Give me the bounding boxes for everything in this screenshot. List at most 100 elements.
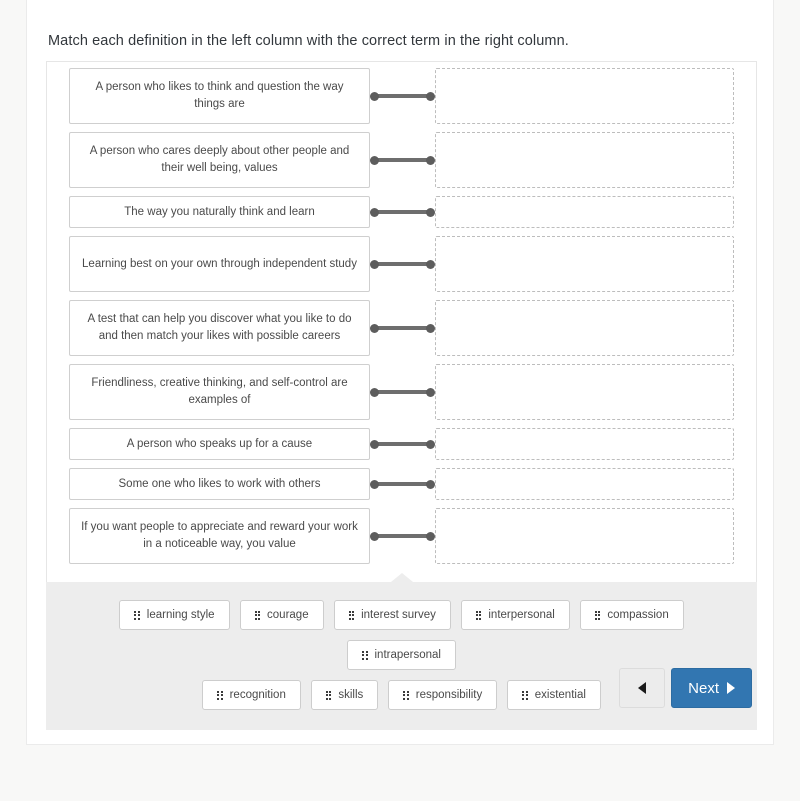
term-bank-row-1: learning style courage interest survey inte… — [60, 600, 743, 670]
drop-cell — [435, 68, 734, 124]
term-chip-label: intrapersonal — [374, 649, 441, 661]
drag-handle-icon[interactable] — [362, 650, 368, 660]
triangle-right-icon — [727, 682, 735, 694]
definition-box: Some one who likes to work with others — [69, 468, 370, 500]
connector-knob-left — [370, 439, 379, 449]
drop-cell — [435, 508, 734, 564]
connector-line — [370, 468, 435, 500]
connector-bar — [373, 158, 432, 162]
drop-cell — [435, 300, 734, 356]
connector-bar — [373, 534, 432, 538]
term-chip[interactable]: intrapersonal — [347, 640, 456, 670]
match-row: A person who cares deeply about other pe… — [47, 132, 756, 188]
definition-box: A person who speaks up for a cause — [69, 428, 370, 460]
connector-bar — [373, 94, 432, 98]
connector-line — [370, 196, 435, 228]
definition-cell: The way you naturally think and learn — [69, 196, 370, 228]
connector-bar — [373, 390, 432, 394]
question-card: Match each definition in the left column… — [26, 0, 774, 745]
previous-button[interactable] — [619, 668, 666, 708]
term-chip[interactable]: interest survey — [333, 600, 451, 630]
match-row: The way you naturally think and learn — [47, 196, 756, 228]
next-button[interactable]: Next — [671, 668, 752, 708]
connector-knob-right — [426, 531, 435, 541]
drag-handle-icon[interactable] — [348, 610, 355, 620]
drop-zone[interactable] — [435, 364, 734, 420]
term-chip[interactable]: responsibility — [388, 680, 498, 710]
drag-handle-icon[interactable] — [254, 610, 261, 620]
drag-handle-icon[interactable] — [403, 690, 409, 700]
connector-line — [370, 428, 435, 460]
connector-line — [370, 68, 435, 124]
drop-cell — [435, 364, 734, 420]
connector-knob-right — [426, 259, 435, 269]
drop-zone[interactable] — [435, 68, 734, 124]
drop-zone[interactable] — [435, 132, 734, 188]
term-chip-label: responsibility — [415, 689, 483, 701]
drag-handle-icon[interactable] — [594, 610, 601, 620]
next-button-label: Next — [688, 679, 719, 697]
drop-cell — [435, 468, 734, 500]
definition-box: Learning best on your own through indepe… — [69, 236, 370, 292]
triangle-left-icon — [638, 682, 647, 694]
drop-zone[interactable] — [435, 196, 734, 228]
drop-zone[interactable] — [435, 428, 734, 460]
drag-handle-icon[interactable] — [522, 690, 528, 700]
connector-line — [370, 508, 435, 564]
connector-bar — [373, 262, 432, 266]
term-chip[interactable]: learning style — [119, 600, 230, 630]
connector-bar — [373, 326, 432, 330]
drop-zone[interactable] — [435, 468, 734, 500]
drag-handle-icon[interactable] — [325, 690, 332, 700]
connector-line — [370, 364, 435, 420]
connector-bar — [373, 210, 432, 214]
connector-knob-left — [370, 479, 379, 489]
term-chip[interactable]: recognition — [202, 680, 301, 710]
matching-area: A person who likes to think and question… — [46, 61, 757, 582]
definition-cell: A person who likes to think and question… — [69, 68, 370, 124]
term-chip-label: courage — [267, 609, 309, 621]
match-row: A test that can help you discover what y… — [47, 300, 756, 356]
term-chip[interactable]: skills — [310, 680, 379, 710]
navigation-controls: Next — [619, 668, 752, 708]
match-row: Learning best on your own through indepe… — [47, 236, 756, 292]
connector-knob-left — [370, 91, 379, 101]
connector-knob-right — [426, 91, 435, 101]
term-chip[interactable]: compassion — [579, 600, 684, 630]
page-title: Match each definition in the left column… — [48, 33, 569, 49]
definition-cell: If you want people to appreciate and rew… — [69, 508, 370, 564]
drag-handle-icon[interactable] — [134, 610, 140, 620]
drop-zone[interactable] — [435, 236, 734, 292]
connector-knob-right — [426, 155, 435, 165]
drop-cell — [435, 196, 734, 228]
drop-cell — [435, 428, 734, 460]
term-chip[interactable]: interpersonal — [460, 600, 570, 630]
connector-knob-right — [426, 387, 435, 397]
drop-cell — [435, 236, 734, 292]
definition-cell: A test that can help you discover what y… — [69, 300, 370, 356]
definition-cell: A person who cares deeply about other pe… — [69, 132, 370, 188]
term-chip-label: interpersonal — [488, 609, 555, 621]
connector-knob-left — [370, 387, 379, 397]
match-row: If you want people to appreciate and rew… — [47, 508, 756, 564]
term-chip-label: interest survey — [361, 609, 436, 621]
connector-knob-left — [370, 323, 379, 333]
drop-cell — [435, 132, 734, 188]
term-chip[interactable]: courage — [239, 600, 324, 630]
connector-line — [370, 300, 435, 356]
definition-box: If you want people to appreciate and rew… — [69, 508, 370, 564]
term-chip-label: learning style — [146, 609, 215, 621]
connector-knob-left — [370, 531, 379, 541]
drag-handle-icon[interactable] — [475, 610, 482, 620]
term-chip-label: skills — [338, 689, 364, 701]
term-chip[interactable]: existential — [507, 680, 601, 710]
drag-handle-icon[interactable] — [217, 690, 223, 700]
bank-caret-icon — [390, 573, 413, 582]
definition-cell: Learning best on your own through indepe… — [69, 236, 370, 292]
drop-zone[interactable] — [435, 508, 734, 564]
term-chip-label: existential — [534, 689, 586, 701]
match-row: Friendliness, creative thinking, and sel… — [47, 364, 756, 420]
connector-knob-right — [426, 323, 435, 333]
connector-knob-left — [370, 155, 379, 165]
drop-zone[interactable] — [435, 300, 734, 356]
